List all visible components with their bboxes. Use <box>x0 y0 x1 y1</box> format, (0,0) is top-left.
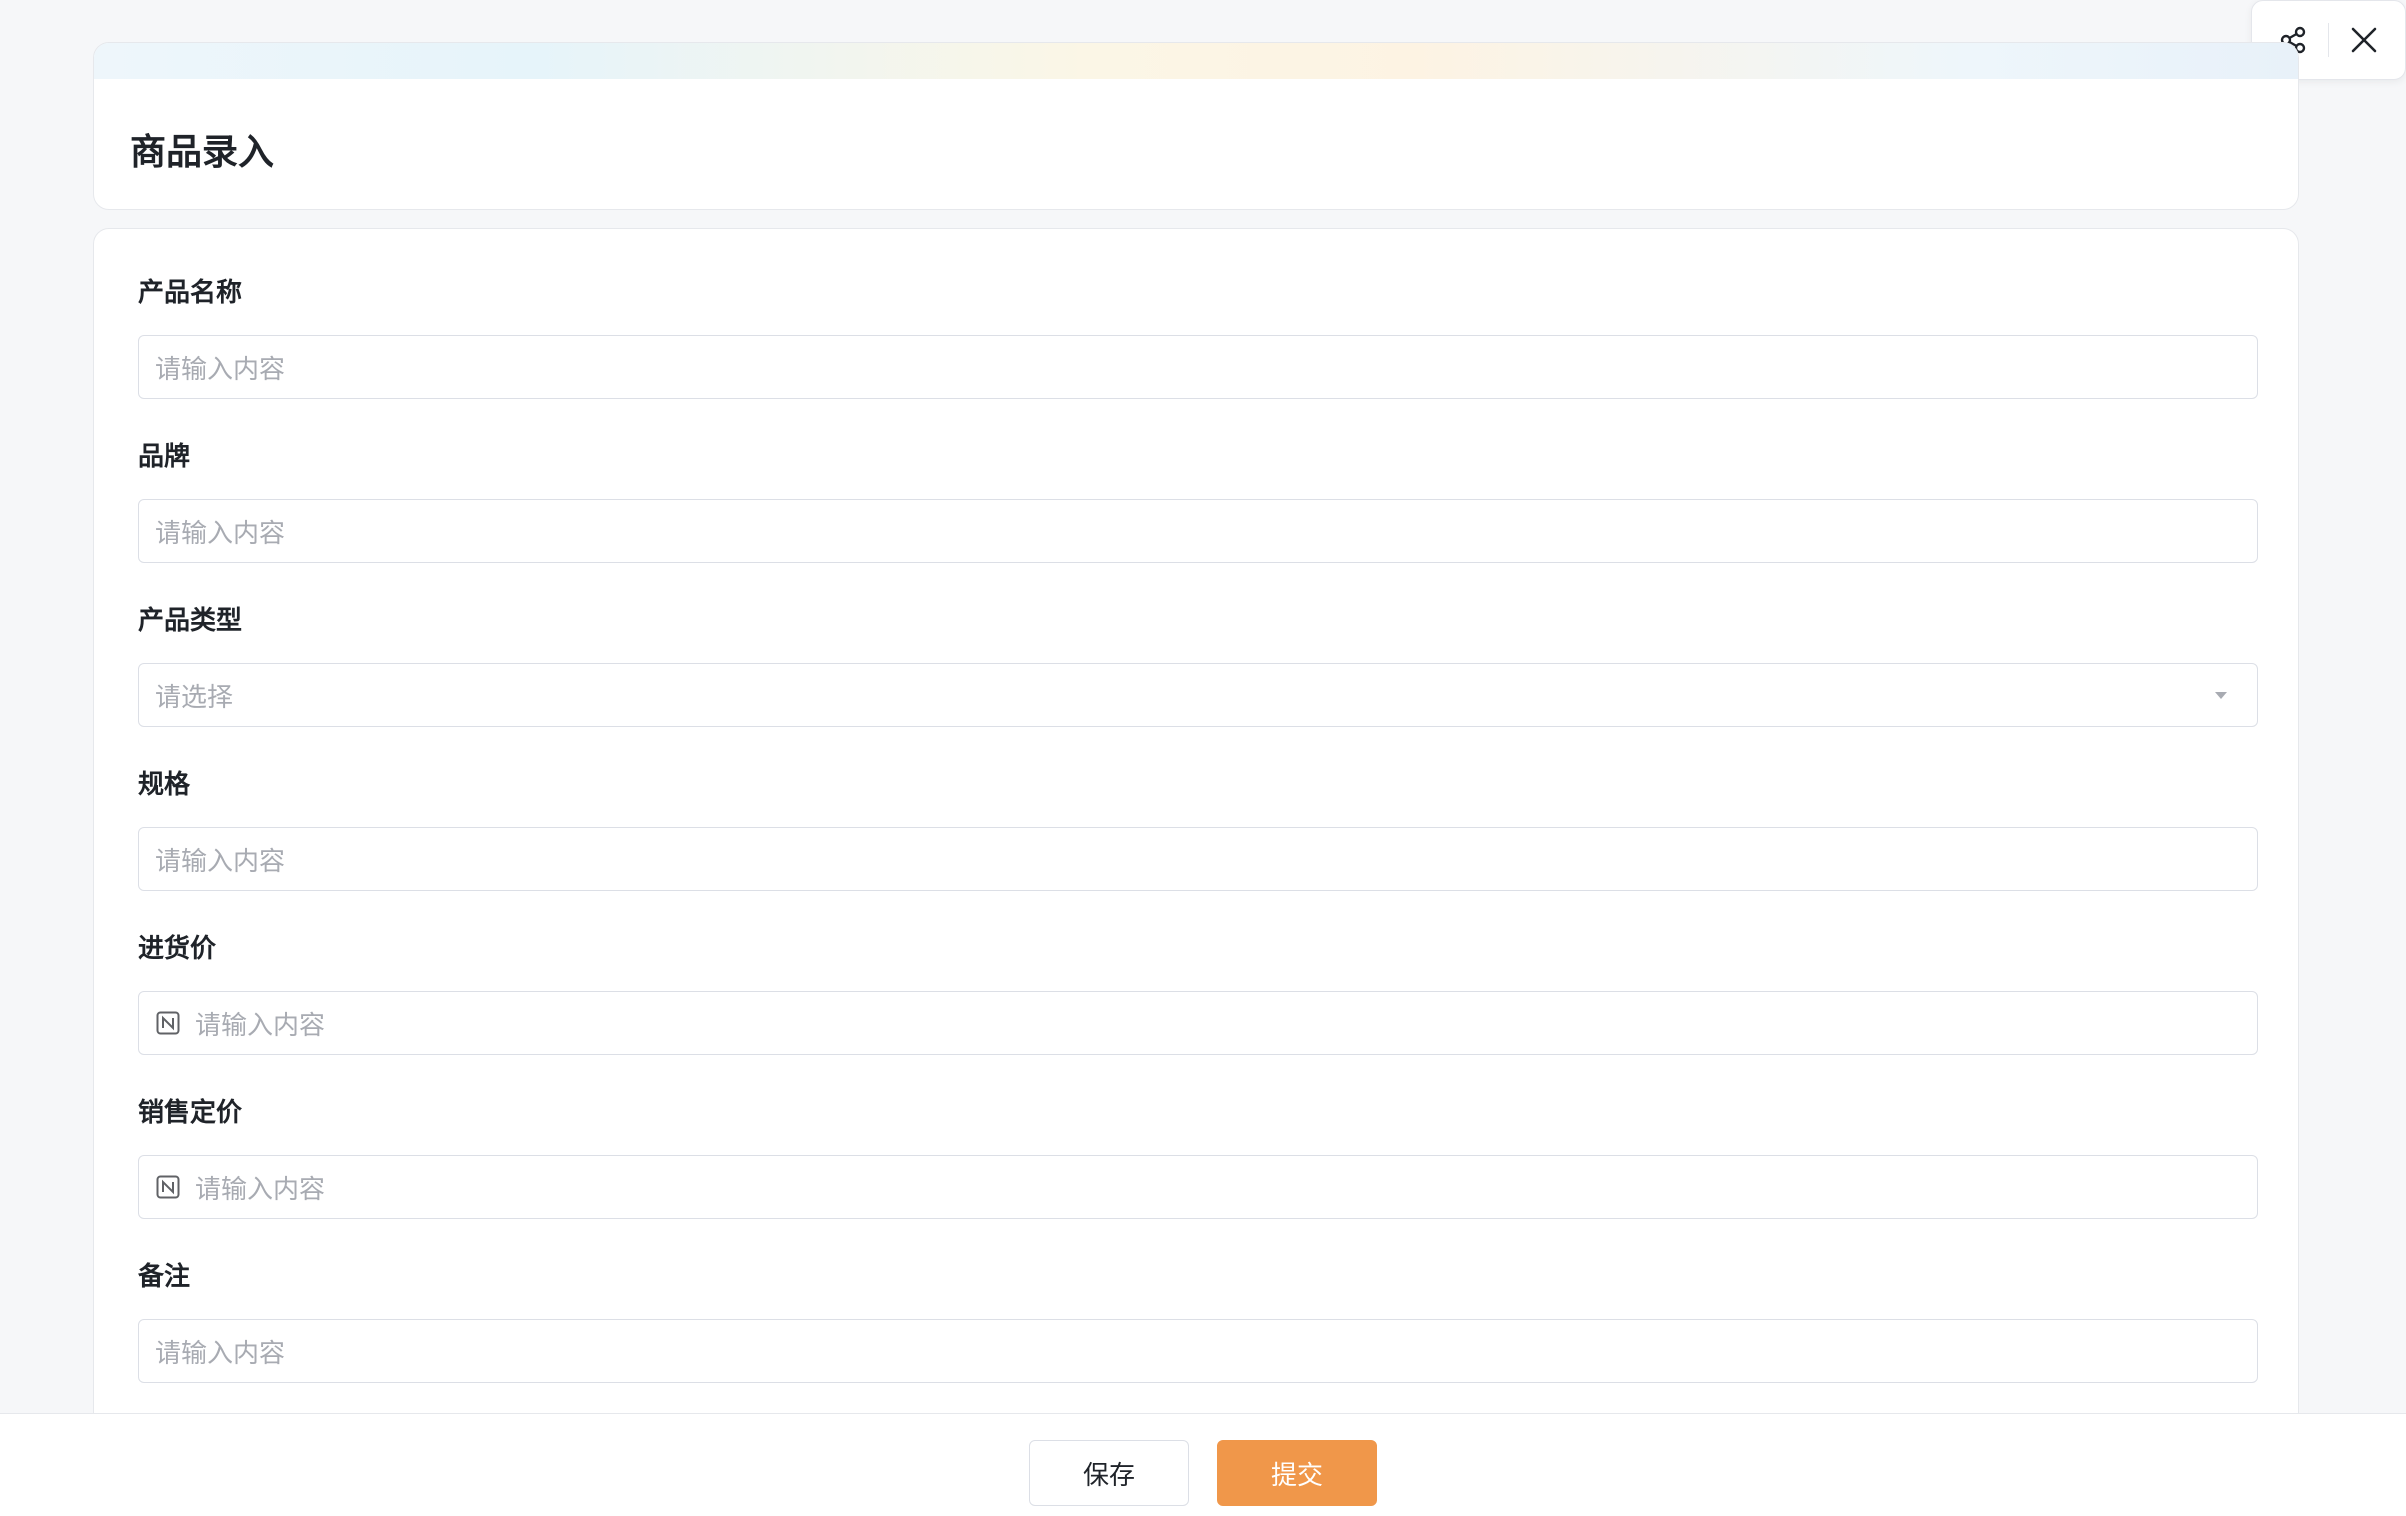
sale-price-input[interactable]: 请输入内容 <box>138 1155 2258 1219</box>
field-brand: 品牌 请输入内容 <box>138 439 2258 563</box>
input-placeholder: 请输入内容 <box>155 1338 286 1369</box>
spec-input[interactable]: 请输入内容 <box>138 827 2258 891</box>
field-label: 品牌 <box>138 442 191 472</box>
header-card: 商品录入 <box>93 42 2299 210</box>
field-label: 产品类型 <box>138 606 243 636</box>
close-icon[interactable] <box>2344 20 2384 60</box>
input-placeholder: 请输入内容 <box>155 354 286 385</box>
number-icon <box>155 1174 181 1200</box>
field-purchase-price: 进货价 请输入内容 <box>138 931 2258 1055</box>
page-title: 商品录入 <box>130 132 275 173</box>
purchase-price-input[interactable]: 请输入内容 <box>138 991 2258 1055</box>
remark-input[interactable]: 请输入内容 <box>138 1319 2258 1383</box>
header-gradient-banner <box>94 43 2298 79</box>
page: 商品录入 产品名称 请输入内容 品牌 请输入内容 产品类型 请选择 规格 请输入… <box>0 0 2406 1516</box>
field-product-type: 产品类型 请选择 <box>138 603 2258 727</box>
field-label: 销售定价 <box>138 1098 243 1128</box>
toolbox-divider <box>2327 23 2329 57</box>
footer-bar: 保存 提交 <box>0 1413 2406 1516</box>
brand-input[interactable]: 请输入内容 <box>138 499 2258 563</box>
field-label: 进货价 <box>138 934 217 964</box>
chevron-down-icon <box>2215 691 2227 699</box>
number-icon <box>155 1010 181 1036</box>
input-placeholder: 请输入内容 <box>195 1174 326 1205</box>
submit-button[interactable]: 提交 <box>1217 1440 1377 1506</box>
save-button[interactable]: 保存 <box>1029 1440 1189 1506</box>
input-placeholder: 请输入内容 <box>155 518 286 549</box>
product-type-select[interactable]: 请选择 <box>138 663 2258 727</box>
field-label: 规格 <box>138 770 191 800</box>
field-label: 备注 <box>138 1262 191 1292</box>
select-placeholder: 请选择 <box>155 682 234 713</box>
field-spec: 规格 请输入内容 <box>138 767 2258 891</box>
field-label: 产品名称 <box>138 278 243 308</box>
field-remark: 备注 请输入内容 <box>138 1259 2258 1383</box>
field-product-name: 产品名称 请输入内容 <box>138 275 2258 399</box>
input-placeholder: 请输入内容 <box>155 846 286 877</box>
input-placeholder: 请输入内容 <box>195 1010 326 1041</box>
product-name-input[interactable]: 请输入内容 <box>138 335 2258 399</box>
field-sale-price: 销售定价 请输入内容 <box>138 1095 2258 1219</box>
form-card: 产品名称 请输入内容 品牌 请输入内容 产品类型 请选择 规格 请输入内容 进货… <box>93 228 2299 1516</box>
